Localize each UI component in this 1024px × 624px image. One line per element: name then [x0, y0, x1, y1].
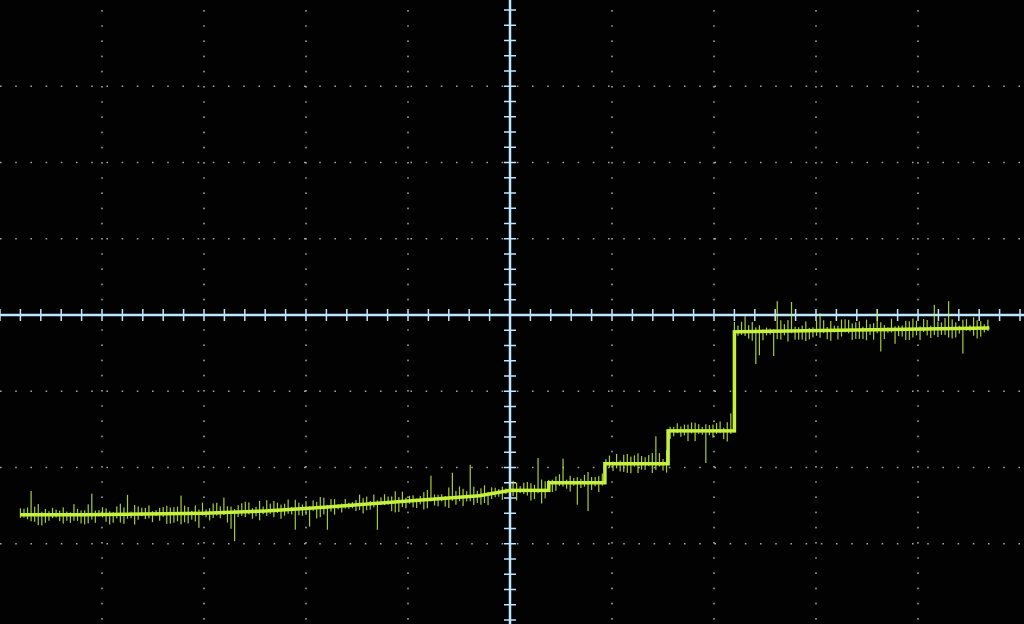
oscilloscope-screen — [0, 0, 1024, 624]
center-axes — [0, 0, 1024, 624]
oscilloscope-plot — [0, 0, 1024, 624]
